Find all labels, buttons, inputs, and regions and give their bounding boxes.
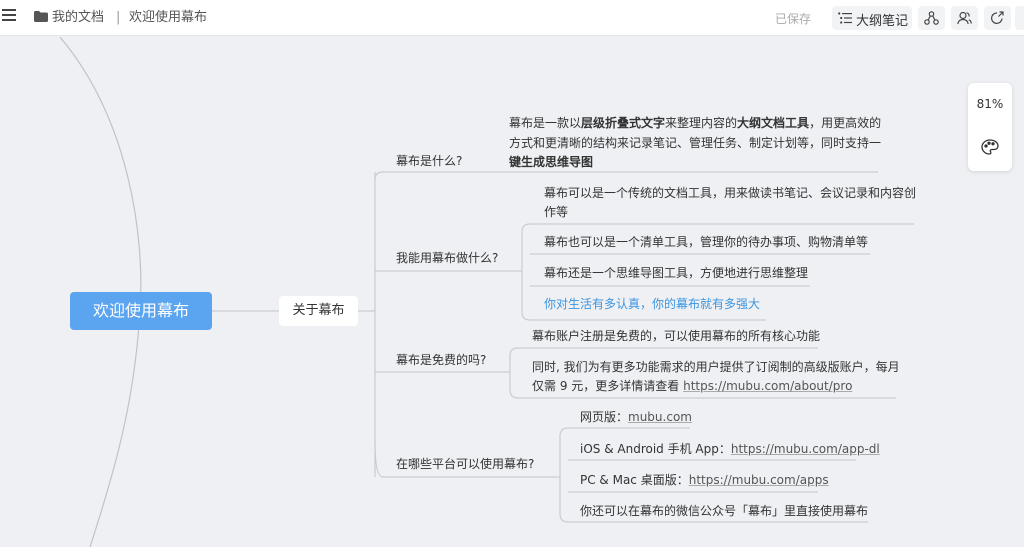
desktop-link[interactable]: https://mubu.com/apps xyxy=(689,473,829,487)
text-segment: 来整理内容的 xyxy=(665,116,738,130)
collaborate-button[interactable] xyxy=(951,6,978,30)
mindmap-button[interactable] xyxy=(918,6,945,30)
top-bar: 我的文档 | 欢迎使用幕布 已保存 大纲笔记 xyxy=(0,0,1024,36)
text-segment: ，用更高效的 xyxy=(809,116,882,130)
node-use-list[interactable]: 幕布也可以是一个清单工具，管理你的待办事项、购物清单等 xyxy=(544,232,868,252)
node-what-can-do[interactable]: 我能用幕布做什么? xyxy=(396,248,498,268)
share-button[interactable] xyxy=(984,6,1011,30)
node-what-desc-line1[interactable]: 幕布是一款以层级折叠式文字来整理内容的大纲文档工具，用更高效的 xyxy=(509,113,881,133)
node-use-doc-line2: 作等 xyxy=(544,205,569,219)
node-use-slogan[interactable]: 你对生活有多认真，你的幕布就有多强大 xyxy=(544,294,760,314)
users-icon xyxy=(957,11,972,25)
node-use-doc-line1[interactable]: 幕布可以是一个传统的文档工具，用来做读书笔记、会议记录和内容创 xyxy=(544,183,916,203)
app-link[interactable]: https://mubu.com/app-dl xyxy=(731,442,880,456)
pro-link[interactable]: https://mubu.com/about/pro xyxy=(683,379,852,393)
node-platform-app[interactable]: iOS & Android 手机 App：https://mubu.com/ap… xyxy=(580,439,880,459)
node-is-free[interactable]: 幕布是免费的吗? xyxy=(396,350,486,370)
outline-note-button[interactable]: 大纲笔记 xyxy=(832,6,912,30)
share-icon xyxy=(991,11,1004,24)
outline-note-label: 大纲笔记 xyxy=(856,14,909,29)
mindmap-icon xyxy=(924,11,939,25)
node-use-mindmap[interactable]: 幕布还是一个思维导图工具，方便地进行思维整理 xyxy=(544,263,808,283)
breadcrumb-separator: | xyxy=(116,10,121,25)
text-segment: PC & Mac 桌面版： xyxy=(580,473,689,487)
breadcrumb-folder[interactable]: 我的文档 xyxy=(52,10,104,26)
node-what-desc-line3: 键生成思维导图 xyxy=(509,152,593,172)
mindmap-canvas[interactable]: 欢迎使用幕布 关于幕布 幕布是什么? 幕布是一款以层级折叠式文字来整理内容的大纲… xyxy=(0,37,1024,547)
bold-segment: 大纲文档工具 xyxy=(737,116,810,130)
node-free-core[interactable]: 幕布账户注册是免费的，可以使用幕布的所有核心功能 xyxy=(532,326,820,346)
web-link[interactable]: mubu.com xyxy=(628,410,692,424)
bold-segment: 键生成思维导图 xyxy=(509,155,594,169)
node-platform-wechat[interactable]: 你还可以在幕布的微信公众号「幕布」里直接使用幕布 xyxy=(580,501,868,521)
bold-segment: 层级折叠式文字 xyxy=(581,116,666,130)
folder-icon xyxy=(34,11,48,22)
text-segment: 幕布是一款以 xyxy=(509,116,582,130)
saved-status: 已保存 xyxy=(775,12,812,26)
node-free-pro-line1[interactable]: 同时, 我们为有更多功能需求的用户提供了订阅制的高级版账户，每月 xyxy=(532,357,900,377)
zoom-panel: 81% xyxy=(968,83,1012,171)
palette-icon[interactable] xyxy=(981,139,999,155)
list-icon xyxy=(838,12,852,24)
node-free-pro-line2: 仅需 9 元，更多详情请查看 https://mubu.com/about/pr… xyxy=(532,376,852,396)
node-platform-web[interactable]: 网页版：mubu.com xyxy=(580,407,692,427)
breadcrumb-document: 欢迎使用幕布 xyxy=(129,10,208,25)
text-segment: 网页版： xyxy=(580,410,629,424)
more-button[interactable] xyxy=(1015,6,1024,30)
zoom-level[interactable]: 81% xyxy=(968,97,1012,111)
node-platform-desktop[interactable]: PC & Mac 桌面版：https://mubu.com/apps xyxy=(580,470,829,490)
text-segment: 仅需 9 元，更多详情请查看 xyxy=(532,379,684,393)
about-node[interactable]: 关于幕布 xyxy=(279,296,358,326)
root-node[interactable]: 欢迎使用幕布 xyxy=(70,292,212,330)
text-segment: iOS & Android 手机 App： xyxy=(580,442,731,456)
menu-icon[interactable] xyxy=(2,9,16,21)
node-platforms[interactable]: 在哪些平台可以使用幕布? xyxy=(396,454,534,474)
node-what-is-mubu[interactable]: 幕布是什么? xyxy=(396,151,462,171)
node-what-desc-line2: 方式和更清晰的结构来记录笔记、管理任务、制定计划等，同时支持一 xyxy=(509,136,882,150)
